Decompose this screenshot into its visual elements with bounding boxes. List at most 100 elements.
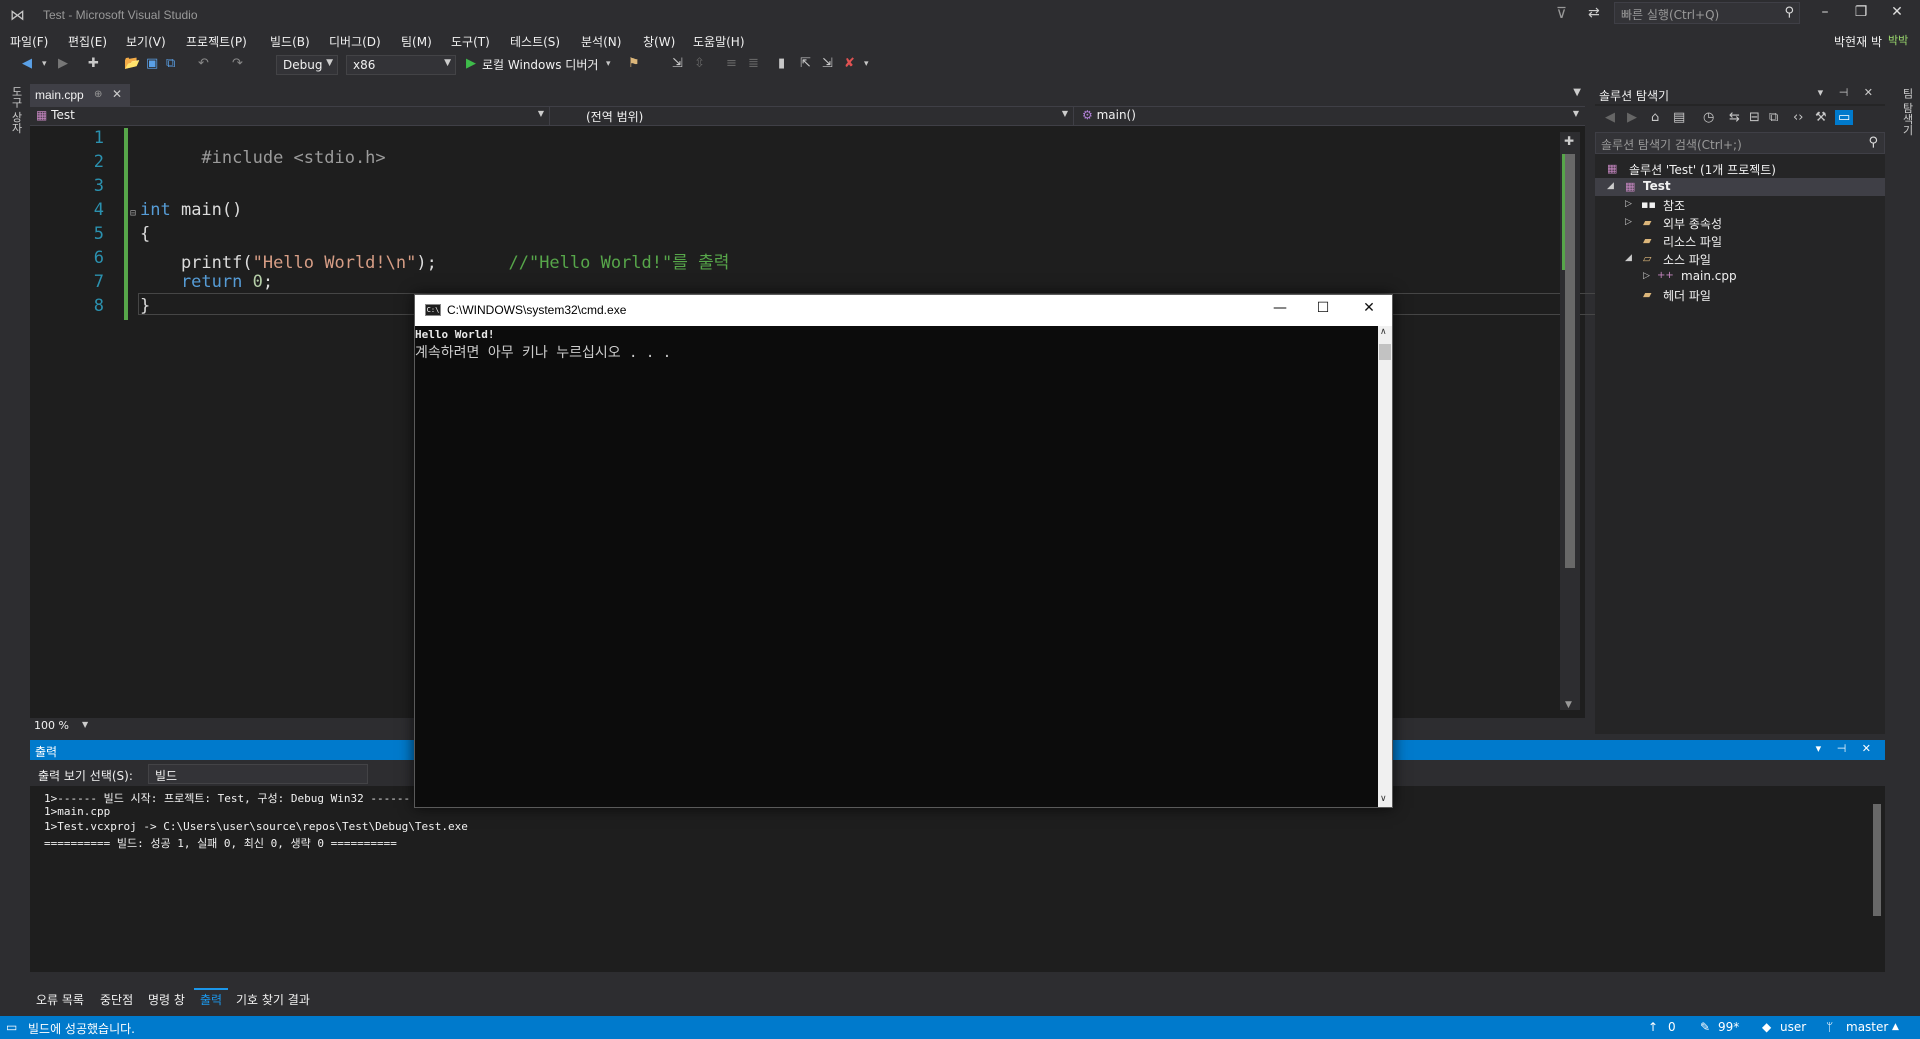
member-select[interactable]: ⚙ main() ▼ — [1076, 107, 1584, 125]
tab-main-cpp[interactable]: main.cpp ⊕ ✕ — [30, 84, 130, 106]
collapsed-arrow-icon[interactable]: ▷ — [1625, 199, 1632, 209]
collapse-outline-icon[interactable]: ⊟ — [130, 208, 136, 219]
output-horizontal-scrollbar[interactable] — [30, 972, 1885, 986]
start-debugging-icon[interactable]: ▶ — [466, 56, 476, 74]
feedback-icon[interactable]: ⇄ — [1588, 5, 1600, 21]
preview-selected-icon[interactable]: ▭ — [1835, 110, 1854, 125]
menu-edit[interactable]: 편집(E) — [68, 33, 107, 50]
menu-help[interactable]: 도움말(H) — [693, 33, 745, 50]
tab-command-window[interactable]: 명령 창 — [142, 990, 191, 1009]
split-editor-icon[interactable]: ✚ — [1564, 134, 1574, 148]
menu-project[interactable]: 프로젝트(P) — [186, 33, 247, 50]
tab-find-symbol-results[interactable]: 기호 찾기 결과 — [230, 990, 316, 1009]
tree-item-project[interactable]: ◢ ▦ Test — [1595, 178, 1885, 196]
zoom-dropdown-icon[interactable]: ▼ — [82, 720, 88, 729]
branch-name[interactable]: master — [1846, 1020, 1888, 1034]
expanded-arrow-icon[interactable]: ◢ — [1625, 253, 1632, 263]
console-window[interactable]: C:\ C:\WINDOWS\system32\cmd.exe — ☐ ✕ He… — [414, 294, 1393, 808]
solution-platform-select[interactable]: x86 ▼ — [346, 55, 456, 75]
tree-item-header-files[interactable]: ▰ 헤더 파일 — [1595, 286, 1885, 304]
branch-menu-icon[interactable]: ▲ — [1892, 1022, 1899, 1032]
quick-launch-input[interactable]: 빠른 실행(Ctrl+Q) ⚲ — [1614, 2, 1800, 24]
menu-view[interactable]: 보기(V) — [126, 33, 166, 50]
output-vertical-scrollbar[interactable] — [1870, 790, 1884, 968]
pending-changes-filter-icon[interactable]: ◷ — [1703, 110, 1714, 125]
menu-window[interactable]: 창(W) — [643, 33, 675, 50]
panel-controls[interactable]: ▾ ⊣ ✕ — [1818, 86, 1879, 99]
tab-error-list[interactable]: 오류 목록 — [30, 990, 90, 1009]
solution-configuration-select[interactable]: Debug ▼ — [276, 55, 338, 75]
scrollbar-thumb[interactable] — [1873, 804, 1881, 916]
toolbar-options-icon[interactable]: ▾ — [864, 59, 869, 77]
solution-search-input[interactable]: 솔루션 탐색기 검색(Ctrl+;) ⚲ — [1595, 132, 1885, 154]
menu-build[interactable]: 빌드(B) — [270, 33, 310, 50]
uncomment-icon[interactable]: ≣ — [748, 56, 759, 74]
start-debugger-button[interactable]: 로컬 Windows 디버거 — [482, 56, 598, 74]
team-explorer-tab[interactable]: 팀 탐색기 — [1899, 88, 1915, 136]
collapsed-arrow-icon[interactable]: ▷ — [1643, 271, 1650, 281]
console-minimize-button[interactable]: — — [1260, 300, 1300, 316]
properties-icon[interactable]: ⚒ — [1815, 110, 1827, 125]
scrollbar-thumb[interactable] — [1379, 344, 1391, 360]
bookmark-icon[interactable]: ▮ — [778, 56, 785, 74]
find-in-files-icon[interactable]: ⚑ — [628, 56, 640, 74]
tree-item-solution[interactable]: ▦ 솔루션 'Test' (1개 프로젝트) — [1595, 160, 1885, 178]
switch-views-icon[interactable]: ▤ — [1673, 110, 1685, 125]
console-close-button[interactable]: ✕ — [1349, 300, 1389, 316]
tree-item-resource-files[interactable]: ▰ 리소스 파일 — [1595, 232, 1885, 250]
previous-bookmark-icon[interactable]: ⇱ — [800, 56, 811, 74]
back-dropdown-icon[interactable]: ▾ — [42, 59, 47, 77]
next-bookmark-icon[interactable]: ⇲ — [822, 56, 833, 74]
view-code-icon[interactable]: ‹› — [1793, 110, 1803, 125]
close-button[interactable]: ✕ — [1884, 4, 1910, 24]
menu-debug[interactable]: 디버그(D) — [329, 33, 381, 50]
clear-bookmarks-icon[interactable]: ✘ — [844, 56, 855, 74]
home-icon[interactable]: ⌂ — [1651, 110, 1659, 125]
step-into-icon[interactable]: ⇲ — [672, 56, 683, 74]
menu-tools[interactable]: 도구(T) — [451, 33, 490, 50]
toolbox-tab[interactable]: 도구 상자 — [8, 86, 24, 134]
undo-icon[interactable]: ↶ — [198, 56, 209, 74]
scroll-down-arrow-icon[interactable]: ∨ — [1380, 794, 1387, 804]
redo-icon[interactable]: ↷ — [232, 56, 243, 74]
panel-controls[interactable]: ▾ ⊣ ✕ — [1816, 742, 1877, 755]
tree-item-source-files[interactable]: ◢ ▱ 소스 파일 — [1595, 250, 1885, 268]
output-text-area[interactable]: 1>------ 빌드 시작: 프로젝트: Test, 구성: Debug Wi… — [30, 786, 1885, 986]
tree-item-external-dependencies[interactable]: ▷ ▰ 외부 종속성 — [1595, 214, 1885, 232]
notification-filter-icon[interactable]: ⊽ — [1556, 4, 1567, 22]
tab-breakpoints[interactable]: 중단점 — [94, 990, 139, 1009]
scrollbar-thumb[interactable] — [1565, 154, 1575, 568]
tree-item-main-cpp[interactable]: ▷ ++ main.cpp — [1595, 268, 1885, 286]
output-source-select[interactable]: 빌드 — [148, 764, 368, 784]
minimize-button[interactable]: – — [1812, 4, 1838, 24]
close-tab-icon[interactable]: ✕ — [112, 87, 122, 101]
scroll-down-arrow-icon[interactable]: ▼ — [1565, 700, 1572, 710]
console-maximize-button[interactable]: ☐ — [1303, 300, 1343, 316]
step-over-icon[interactable]: ⇳ — [694, 56, 705, 74]
project-select[interactable]: ▦ Test ▼ — [30, 107, 550, 125]
tab-output[interactable]: 출력 — [194, 988, 229, 1009]
debugger-dropdown-icon[interactable]: ▾ — [606, 59, 611, 77]
menu-analyze[interactable]: 분석(N) — [581, 33, 621, 50]
comment-out-icon[interactable]: ≡ — [726, 56, 737, 74]
user-account[interactable]: 박현재 박 — [1834, 33, 1882, 50]
repository-name[interactable]: user — [1780, 1020, 1806, 1034]
console-title-bar[interactable]: C:\ C:\WINDOWS\system32\cmd.exe — ☐ ✕ — [415, 295, 1392, 326]
unpushed-commits-count[interactable]: 0 — [1668, 1020, 1676, 1034]
menu-team[interactable]: 팀(M) — [401, 33, 432, 50]
save-icon[interactable]: ▣ — [146, 56, 158, 74]
scroll-up-arrow-icon[interactable]: ∧ — [1380, 327, 1387, 337]
forward-icon[interactable]: ▶ — [1627, 110, 1637, 125]
expanded-arrow-icon[interactable]: ◢ — [1607, 181, 1614, 191]
new-project-icon[interactable]: ✚ — [88, 56, 99, 74]
editor-vertical-scrollbar[interactable]: ✚ ▼ — [1560, 132, 1580, 710]
pin-icon[interactable]: ⊕ — [94, 89, 102, 100]
restore-button[interactable]: ❐ — [1848, 4, 1874, 24]
navigate-back-icon[interactable]: ◀ — [22, 56, 32, 74]
collapse-all-icon[interactable]: ⊟ — [1749, 110, 1760, 125]
collapsed-arrow-icon[interactable]: ▷ — [1625, 217, 1632, 227]
back-icon[interactable]: ◀ — [1605, 110, 1615, 125]
tree-item-references[interactable]: ▷ ▪▪ 참조 — [1595, 196, 1885, 214]
console-vertical-scrollbar[interactable]: ∧ ∨ — [1378, 326, 1392, 807]
save-all-icon[interactable]: ⧉ — [166, 56, 175, 74]
